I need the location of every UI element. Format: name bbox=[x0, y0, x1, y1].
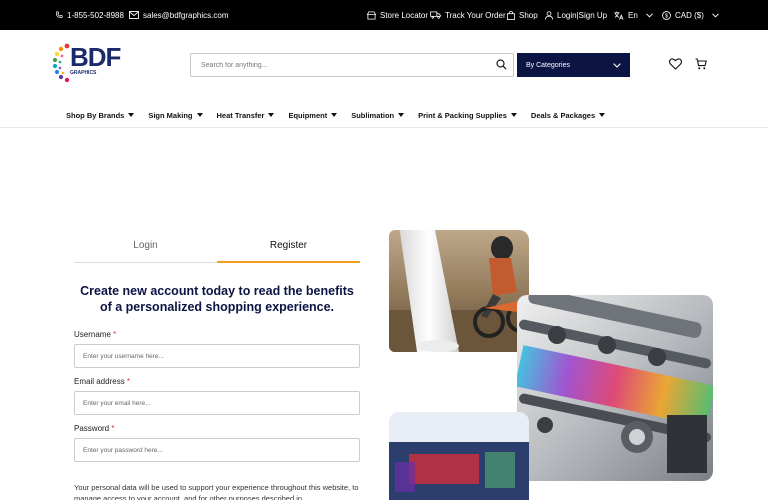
email-address: sales@bdfgraphics.com bbox=[143, 10, 229, 20]
password-label: Password * bbox=[74, 424, 114, 433]
auth-tabs: Login Register bbox=[74, 233, 360, 263]
caret-down-icon bbox=[398, 113, 405, 117]
tab-login[interactable]: Login bbox=[74, 233, 217, 263]
nav-label: Deals & Packages bbox=[530, 110, 596, 120]
tab-register[interactable]: Register bbox=[217, 233, 360, 263]
password-field[interactable] bbox=[74, 438, 360, 462]
email-field[interactable] bbox=[74, 391, 360, 415]
language-label: En bbox=[628, 10, 638, 20]
motocross-banner-photo bbox=[389, 230, 529, 352]
nav-item-sublimation[interactable]: Sublimation bbox=[351, 109, 405, 121]
search-bar bbox=[190, 53, 514, 77]
chevron-down-icon bbox=[712, 12, 719, 18]
caret-down-icon bbox=[599, 113, 606, 117]
nav-item-equipment[interactable]: Equipment bbox=[288, 109, 338, 121]
chevron-down-icon bbox=[645, 12, 653, 18]
caret-down-icon bbox=[510, 113, 517, 117]
svg-text:$: $ bbox=[665, 13, 668, 19]
username-field[interactable] bbox=[74, 344, 360, 368]
required-mark: * bbox=[126, 377, 131, 386]
logo-wordmark: BDF bbox=[70, 42, 121, 72]
nav-label: Shop By Brands bbox=[66, 110, 125, 120]
store-locator-link[interactable]: Store Locator bbox=[367, 0, 428, 30]
nav-item-heat-transfer[interactable]: Heat Transfer bbox=[217, 109, 275, 121]
nav-item-shop-by-brands[interactable]: Shop By Brands bbox=[66, 109, 135, 121]
search-icon[interactable] bbox=[496, 59, 507, 70]
motocross-image bbox=[389, 230, 529, 352]
email-label-text: Email address bbox=[74, 377, 125, 386]
truck-icon bbox=[430, 11, 441, 19]
logo-subtitle: GRAPHICS bbox=[70, 70, 97, 76]
category-dropdown-label: By Categories bbox=[526, 61, 570, 69]
email-label: Email address * bbox=[74, 377, 130, 386]
currency-icon: $ bbox=[662, 10, 671, 20]
shop-link[interactable]: Shop bbox=[507, 0, 538, 30]
heart-icon[interactable] bbox=[669, 58, 682, 70]
translate-icon bbox=[614, 10, 624, 20]
caret-down-icon bbox=[268, 113, 275, 117]
user-icon bbox=[545, 10, 553, 20]
username-label-text: Username bbox=[74, 330, 111, 339]
track-order-label: Track Your Order bbox=[445, 10, 506, 20]
printing-press-photo bbox=[517, 295, 713, 481]
nav-label: Sign Making bbox=[148, 110, 193, 120]
mail-icon bbox=[129, 11, 139, 19]
caret-down-icon bbox=[331, 113, 338, 117]
login-signup-link[interactable]: Login|Sign Up bbox=[545, 0, 607, 30]
nav-label: Sublimation bbox=[351, 110, 395, 120]
search-input[interactable] bbox=[191, 54, 481, 77]
track-order-link[interactable]: Track Your Order bbox=[430, 0, 506, 30]
currency-label: CAD ($) bbox=[675, 10, 704, 20]
top-bar: 1-855-502-8988 sales@bdfgraphics.com Sto… bbox=[0, 0, 768, 30]
main-nav: Shop By Brands Sign Making Heat Transfer… bbox=[66, 109, 606, 121]
chevron-down-icon bbox=[613, 62, 621, 68]
caret-down-icon bbox=[196, 113, 203, 117]
nav-item-print-packing[interactable]: Print & Packing Supplies bbox=[418, 109, 517, 121]
printing-press-image bbox=[517, 295, 713, 481]
nav-label: Print & Packing Supplies bbox=[418, 110, 507, 120]
phone-icon bbox=[55, 11, 63, 18]
printer-closeup-photo bbox=[389, 412, 529, 500]
language-selector[interactable]: En bbox=[614, 0, 653, 30]
shopping-bag-icon bbox=[507, 10, 515, 20]
currency-selector[interactable]: $ CAD ($) bbox=[662, 0, 719, 30]
site-header: BDF GRAPHICS By Categories Shop By Brand… bbox=[0, 30, 768, 128]
category-dropdown[interactable]: By Categories bbox=[517, 53, 630, 77]
shop-label: Shop bbox=[519, 10, 538, 20]
privacy-notice: Your personal data will be used to suppo… bbox=[74, 483, 359, 500]
phone-number: 1-855-502-8988 bbox=[67, 10, 124, 20]
required-mark: * bbox=[111, 424, 115, 433]
nav-item-deals-packages[interactable]: Deals & Packages bbox=[530, 109, 606, 121]
nav-item-sign-making[interactable]: Sign Making bbox=[148, 109, 203, 121]
nav-label: Heat Transfer bbox=[216, 110, 265, 120]
login-signup-label: Login|Sign Up bbox=[557, 10, 608, 20]
bdf-logo[interactable]: BDF GRAPHICS bbox=[52, 40, 121, 90]
store-locator-label: Store Locator bbox=[380, 10, 429, 20]
printer-closeup-image bbox=[389, 412, 529, 500]
password-label-text: Password bbox=[74, 424, 110, 433]
register-headline: Create new account today to read the ben… bbox=[80, 284, 354, 314]
store-icon bbox=[367, 10, 376, 20]
username-label: Username * bbox=[74, 330, 116, 339]
phone-link[interactable]: 1-855-502-8988 bbox=[55, 0, 124, 30]
caret-down-icon bbox=[128, 113, 135, 117]
required-mark: * bbox=[113, 330, 117, 339]
nav-label: Equipment bbox=[288, 110, 328, 120]
email-link[interactable]: sales@bdfgraphics.com bbox=[129, 0, 229, 30]
cart-icon[interactable] bbox=[695, 58, 707, 70]
